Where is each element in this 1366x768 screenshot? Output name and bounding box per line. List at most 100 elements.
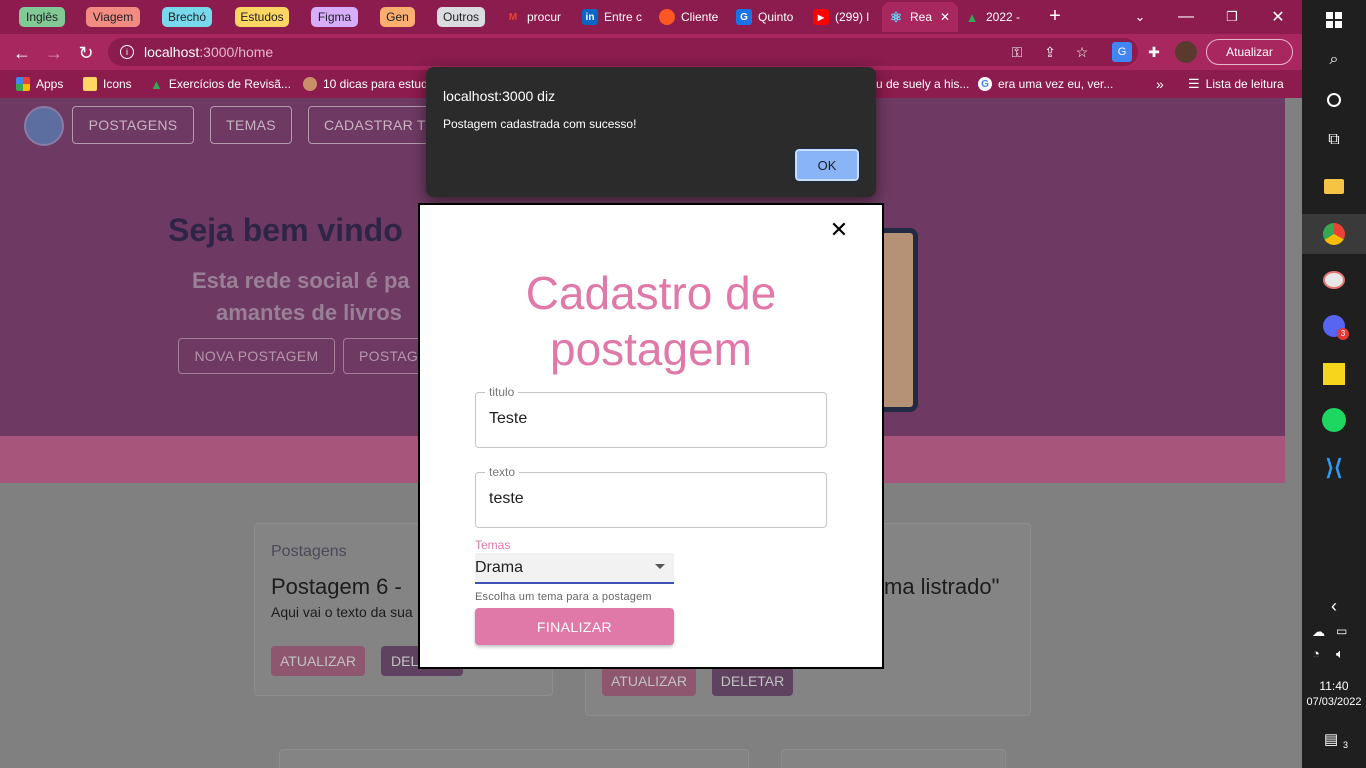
tab-title: 2022 - [986,10,1021,24]
nav-temas[interactable]: TEMAS [210,106,292,144]
extensions-puzzle-icon[interactable]: ✚ [1144,42,1164,62]
posts-button[interactable]: POSTAG [343,338,423,374]
sticky-notes-icon[interactable] [1302,354,1366,394]
dropdown-arrow-icon [655,564,665,569]
tab-title: Entre c [604,10,643,24]
post-title: Postagem 6 - [271,574,402,599]
reading-list[interactable]: ☰ Lista de leitura [1188,75,1284,93]
bookmark-apps[interactable]: Apps [16,75,63,93]
update-button[interactable]: Atualizar [1206,39,1293,65]
theme-select[interactable]: Drama [475,553,674,584]
address-bar[interactable]: i localhost:3000/home [108,38,1138,66]
modal-title-line2: postagem [549,323,752,375]
tab-group-viagem[interactable]: Viagem [86,7,140,27]
close-tab-icon[interactable]: ✕ [940,10,950,24]
bookmarks-overflow-icon[interactable]: » [1156,75,1164,93]
nav-cadastrar-tema[interactable]: CADASTRAR T [308,106,438,144]
drive-icon: ▲ [965,9,979,25]
section-title: Postagens [271,543,347,560]
file-explorer-icon[interactable] [1302,166,1366,206]
share-icon[interactable]: ⇪ [1040,42,1060,62]
tab-group-label: Outros [442,10,479,24]
show-hidden-icons-chevron-icon[interactable]: ‹ [1302,586,1366,626]
tagline-line1: Esta rede social é pa [192,268,410,293]
forward-arrow-icon[interactable]: → [41,40,67,66]
finalize-button[interactable]: FINALIZAR [475,608,674,645]
bookmark-suely[interactable]: u de suely a his... [876,75,969,93]
battery-icon[interactable]: ▭ [1336,624,1347,638]
discord-icon[interactable]: 3 [1302,306,1366,346]
youtube-icon: ▶ [813,9,829,25]
browser-tab[interactable]: ▶ (299) l [813,2,879,32]
search-icon[interactable]: ⌕ [1302,40,1366,80]
tab-title: Rea [910,10,933,24]
tab-title: procur [527,10,562,24]
tab-group-figma[interactable]: Figma [311,7,358,27]
clock-time[interactable]: 11:40 [1302,679,1366,693]
reading-list-label: Lista de leitura [1205,77,1284,91]
text-field-label: texto [485,465,520,479]
bookmark-icons[interactable]: Icons [83,75,132,93]
url-host: localhost [144,44,200,60]
alert-ok-button[interactable]: OK [794,148,860,182]
site-logo[interactable] [24,106,64,146]
browser-tab[interactable]: ▲ 2022 - [964,2,1030,32]
tab-search-chevron-icon[interactable]: ⌄ [1117,0,1163,34]
text-field[interactable]: texto teste [475,465,827,528]
title-field[interactable]: titulo Teste [475,385,827,448]
browser-tab[interactable]: Mprocur [505,2,571,32]
translate-icon[interactable]: G [1112,42,1132,62]
browser-tab[interactable]: in Entre c [582,2,648,32]
reload-icon[interactable]: ↻ [73,40,99,66]
chrome-icon[interactable] [1302,214,1366,254]
avatar-icon [303,77,317,91]
modal-title: Cadastro de postagem [420,265,882,377]
tab-group-gen[interactable]: Gen [380,7,415,27]
key-icon[interactable]: ⚿ [1007,42,1027,62]
delete-post-button[interactable]: DELETAR [712,666,793,696]
new-post-button[interactable]: NOVA POSTAGEM [178,338,335,374]
spotify-icon[interactable] [1302,400,1366,440]
clock-date[interactable]: 07/03/2022 [1302,696,1366,708]
close-icon[interactable]: ✕ [828,219,850,241]
tab-group-estudos[interactable]: Estudos [235,7,289,27]
bookmark-era-uma-vez[interactable]: Gera uma vez eu, ver... [978,75,1113,93]
post-card [279,749,749,768]
text-field-value: teste [489,490,524,507]
vscode-icon[interactable]: ⟩⟨ [1302,448,1366,488]
tab-group-ingles[interactable]: Inglês [19,7,65,27]
paint-icon[interactable] [1302,260,1366,300]
tab-group-label: Estudos [240,10,284,24]
tab-group-brecho[interactable]: Brechó [162,7,212,27]
restore-icon[interactable]: ❐ [1209,0,1255,34]
windows-start-icon[interactable] [1302,0,1366,40]
update-post-button[interactable]: ATUALIZAR [602,666,696,696]
volume-icon[interactable]: 🔈︎ [1336,646,1344,662]
tab-group-outros[interactable]: Outros [437,7,485,27]
discord-badge: 3 [1337,328,1349,340]
modal-title-line1: Cadastro de [525,267,777,319]
tab-title: Cliente [681,10,719,24]
wifi-icon[interactable]: ◔ [1312,646,1320,661]
url-path: :3000/home [199,44,274,60]
close-window-icon[interactable]: ✕ [1255,0,1301,34]
task-view-icon[interactable]: ⧉ [1302,120,1366,160]
bookmark-label: Apps [36,77,64,91]
profile-avatar[interactable] [1175,41,1197,63]
info-icon[interactable]: i [120,45,134,59]
new-tab-plus-icon[interactable]: + [1044,5,1066,27]
bookmark-label: Exercícios de Revisã... [168,77,291,91]
update-post-button[interactable]: ATUALIZAR [271,646,365,676]
cortana-icon[interactable] [1302,80,1366,120]
star-icon[interactable]: ☆ [1072,42,1092,62]
minimize-icon[interactable]: — [1163,0,1209,34]
bookmark-dicas[interactable]: 10 dicas para estud [303,75,428,93]
onedrive-cloud-icon[interactable]: ☁ [1312,624,1325,640]
bookmark-exercicios[interactable]: ▲ Exercícios de Revisã... [150,75,291,93]
browser-tab-active[interactable]: ⚛ Rea ✕ [882,2,958,32]
notifications-icon[interactable]: ▤ 3 [1324,730,1348,750]
browser-tab[interactable]: Cliente [659,2,725,32]
browser-tab[interactable]: G Quinto [736,2,802,32]
nav-postagens[interactable]: POSTAGENS [72,106,194,144]
back-arrow-icon[interactable]: ← [9,40,35,66]
